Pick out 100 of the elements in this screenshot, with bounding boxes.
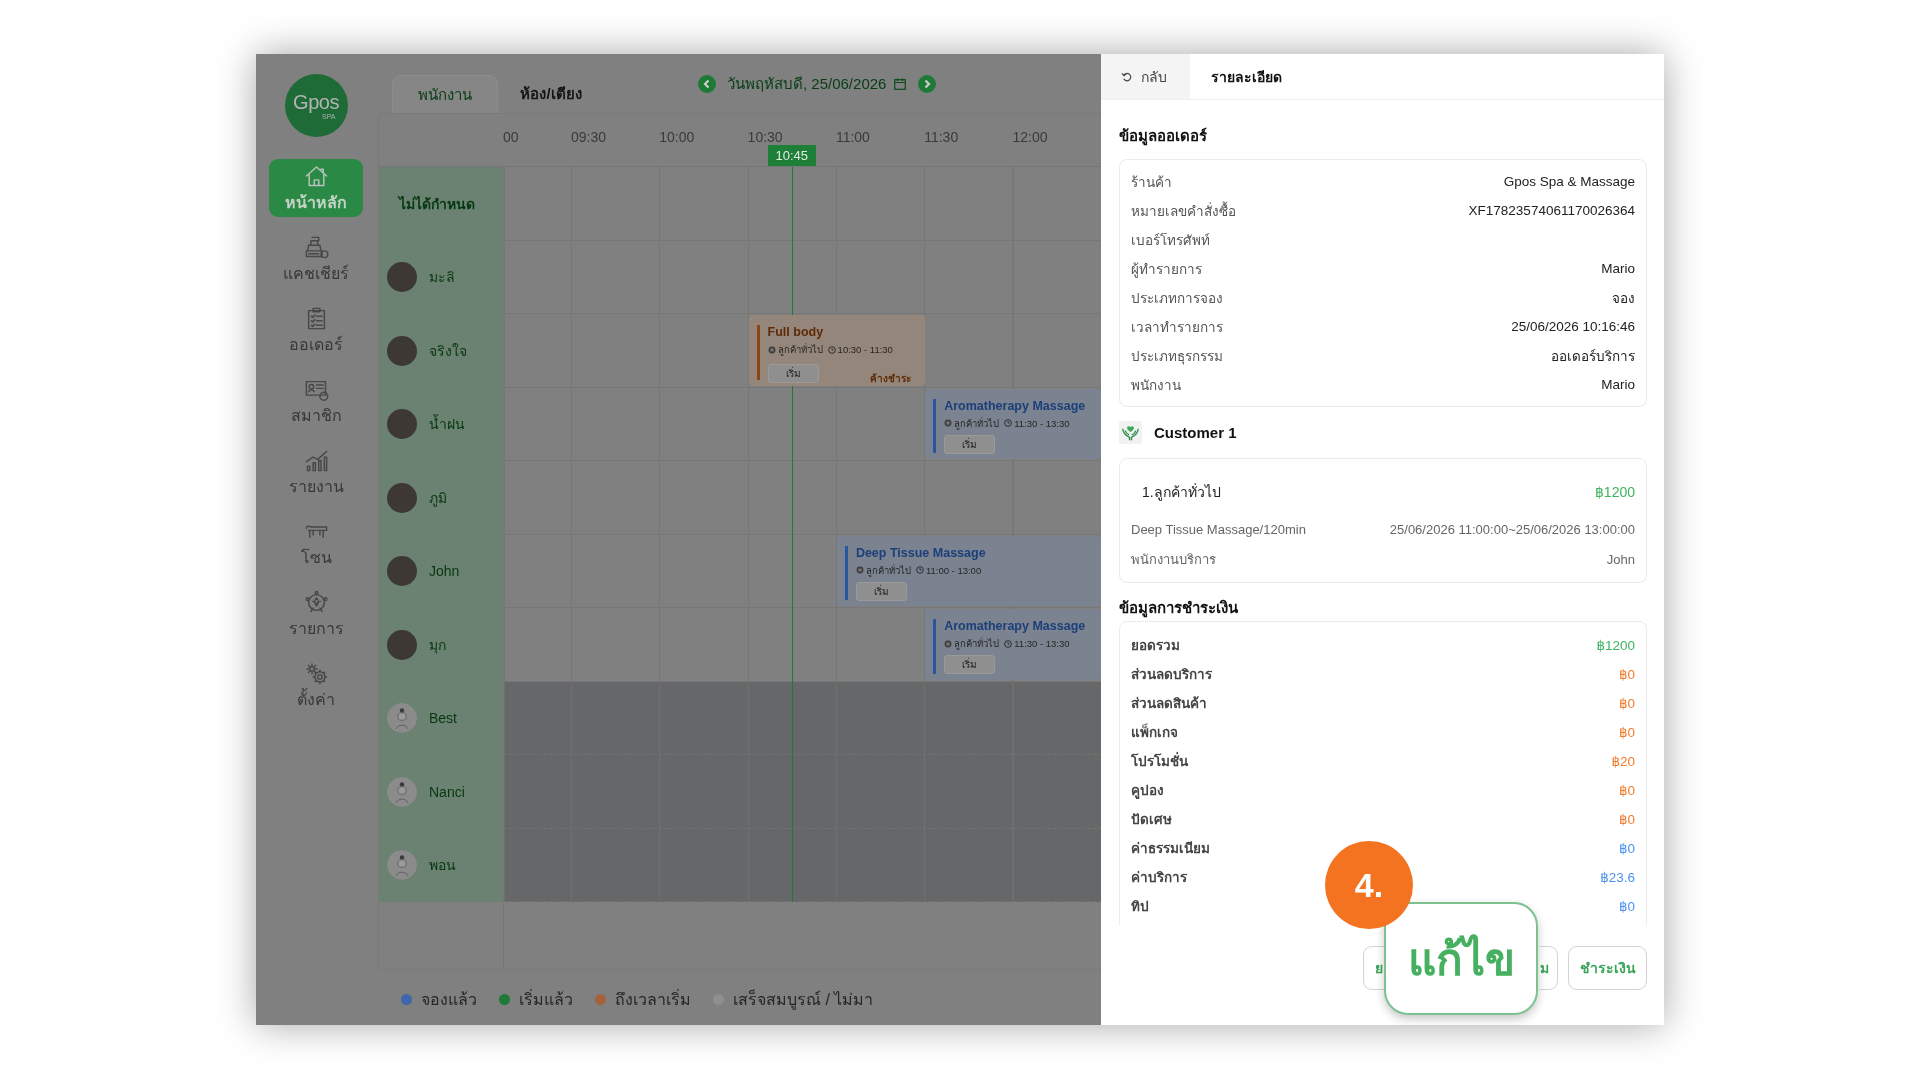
payment-label: ปัดเศษ <box>1131 810 1172 829</box>
staff-name: ไม่ได้กำหนด <box>399 194 475 214</box>
view-tab[interactable]: ห้อง/เตียง <box>498 75 604 113</box>
next-day-icon[interactable] <box>918 75 937 93</box>
payment-amount: ฿23.6 <box>1600 868 1635 885</box>
payment-amount: ฿0 <box>1618 694 1635 711</box>
price-value: ฿1200 <box>1594 484 1635 500</box>
payment-label: โปรโมชั่น <box>1131 751 1188 771</box>
field-value: John <box>1606 551 1635 567</box>
date-label[interactable]: วันพฤหัสบดี, 25/06/2026 <box>727 72 887 96</box>
field-value: Gpos Spa & Massage <box>1503 174 1635 189</box>
service-name: Deep Tissue Massage/120min <box>1131 521 1306 537</box>
field-label: ประเภทธุรกรรม <box>1131 347 1223 367</box>
sidebar-item[interactable]: สมาชิก <box>269 372 363 430</box>
payment-label: ค่าบริการ <box>1131 868 1187 887</box>
step-number-badge: 4. <box>1325 841 1413 929</box>
booking-time: 11:00 - 13:00 <box>925 564 982 576</box>
sidebar-item[interactable]: รายงาน <box>269 443 363 501</box>
customer-name: 1.ลูกค้าทั่วไป <box>1142 482 1221 503</box>
time-label: 11:30 <box>924 129 959 145</box>
booking-title: Full body <box>767 325 825 340</box>
avatar-photo-placeholder <box>387 629 417 660</box>
legend-label: จองแล้ว <box>421 989 477 1010</box>
staff-name: มะลิ <box>429 268 455 288</box>
start-button[interactable]: เริ่ม <box>767 364 819 383</box>
field-value: 25/06/2026 10:16:46 <box>1511 319 1635 334</box>
heart-hands-icon <box>1119 420 1142 444</box>
sidebar-item[interactable]: ตั้งค่า <box>269 656 363 714</box>
booking-block[interactable]: Full body ลูกค้าทั่วไป 10:30 - 11:30 เริ่ม ค้างชำระ <box>748 315 926 386</box>
time-label: 00 <box>503 129 519 145</box>
view-tab[interactable]: พนักงาน <box>392 75 498 113</box>
sidebar-item[interactable]: โซน <box>269 514 363 572</box>
time-label: 12:00 <box>1012 129 1048 145</box>
field-value: XF17823574061170026364 <box>1468 203 1635 218</box>
sidebar-item[interactable]: หน้าหลัก <box>269 159 363 217</box>
staff-name: Nanci <box>429 783 465 800</box>
start-button[interactable]: เริ่ม <box>944 655 996 674</box>
round-badge-icon <box>944 419 953 427</box>
action-button[interactable]: ชำระเงิน <box>1568 946 1647 990</box>
previous-day-icon[interactable] <box>698 75 716 93</box>
clock-icon <box>915 566 924 574</box>
payment-label: แพ็กเกจ <box>1131 722 1178 742</box>
field-label: เวลาทำรายการ <box>1131 318 1223 337</box>
payment-amount: ฿20 <box>1611 752 1635 769</box>
sidebar-item[interactable]: รายการ <box>269 585 363 643</box>
round-badge-icon <box>944 639 953 648</box>
booking-customer: ลูกค้าทั่วไป <box>954 416 1000 431</box>
time-label: 10:30 <box>747 129 783 145</box>
legend-label: เริ่มแล้ว <box>519 988 573 1010</box>
panel-title: รายละเอียด <box>1211 67 1282 87</box>
action-button[interactable]: ม <box>1540 946 1558 990</box>
booking-block[interactable]: Aromatherapy Massage ลูกค้าทั่วไป 11:30 - 13:30 เริ่ม <box>925 388 1101 459</box>
legend-label: ถึงเวลาเริ่ม <box>615 988 691 1010</box>
section-title: ข้อมูลออเดอร์ <box>1119 126 1208 147</box>
payment-amount: ฿0 <box>1618 810 1635 827</box>
booking-time: 10:30 - 11:30 <box>837 344 893 355</box>
service-period: 25/06/2026 11:00:00~25/06/2026 13:00:00 <box>1389 521 1635 537</box>
avatar-icon <box>387 776 417 807</box>
customer-title: Customer 1 <box>1154 423 1237 441</box>
payment-amount: ฿0 <box>1618 723 1635 740</box>
field-label: หมายเลขคำสั่งซื้อ <box>1131 200 1236 221</box>
payment-amount: ฿0 <box>1618 665 1635 682</box>
field-label: พนักงานบริการ <box>1131 550 1216 569</box>
action-button[interactable]: ย <box>1363 946 1386 990</box>
payment-amount: ฿0 <box>1618 781 1635 798</box>
back-button[interactable]: กลับ <box>1101 54 1190 99</box>
round-badge-icon <box>855 566 864 574</box>
booking-customer: ลูกค้าทั่วไป <box>954 636 1000 651</box>
booking-title: Aromatherapy Massage <box>944 398 1087 414</box>
legend-label: เสร็จสมบูรณ์ / ไม่มา <box>733 988 874 1012</box>
start-button[interactable]: เริ่ม <box>944 434 996 454</box>
sidebar-item[interactable]: ออเดอร์ <box>269 301 363 359</box>
calendar-icon[interactable] <box>894 78 907 90</box>
start-button[interactable]: เริ่ม <box>855 581 907 601</box>
time-label: 09:30 <box>571 129 607 145</box>
booking-title: Deep Tissue Massage <box>855 545 987 561</box>
avatar-photo-placeholder <box>387 335 417 366</box>
booking-title: Aromatherapy Massage <box>944 619 1087 634</box>
booking-time: 11:30 - 13:30 <box>1014 638 1070 649</box>
field-value: Mario <box>1601 261 1635 276</box>
staff-name: น้ำฝน <box>429 413 465 435</box>
booking-block[interactable]: Deep Tissue Massage ลูกค้าทั่วไป 11:00 - 13:00 เริ่ม <box>836 535 1101 606</box>
payment-amount: ฿1200 <box>1596 636 1635 653</box>
staff-name: พอน <box>429 856 456 876</box>
payment-amount: ฿0 <box>1618 897 1635 914</box>
booking-block[interactable]: Aromatherapy Massage ลูกค้าทั่วไป 11:30 - 13:30 เริ่ม <box>925 609 1101 680</box>
staff-name: John <box>429 563 460 580</box>
payment-label: ยอดรวม <box>1131 636 1180 655</box>
payment-label: ส่วนลดสินค้า <box>1131 694 1207 713</box>
booking-customer: ลูกค้าทั่วไป <box>777 342 823 357</box>
field-value: ออเดอร์บริการ <box>1551 347 1635 366</box>
sidebar-item[interactable]: แคชเชียร์ <box>269 230 363 288</box>
payment-label: ทิป <box>1131 897 1149 916</box>
undo-arrow-icon <box>1121 71 1132 82</box>
payment-label: ส่วนลดบริการ <box>1131 665 1212 684</box>
clock-icon <box>1004 419 1013 427</box>
field-value: จอง <box>1612 289 1635 308</box>
booking-time: 11:30 - 13:30 <box>1014 417 1070 429</box>
staff-name: ภูมิ <box>429 488 447 509</box>
avatar-photo-placeholder <box>387 556 417 587</box>
